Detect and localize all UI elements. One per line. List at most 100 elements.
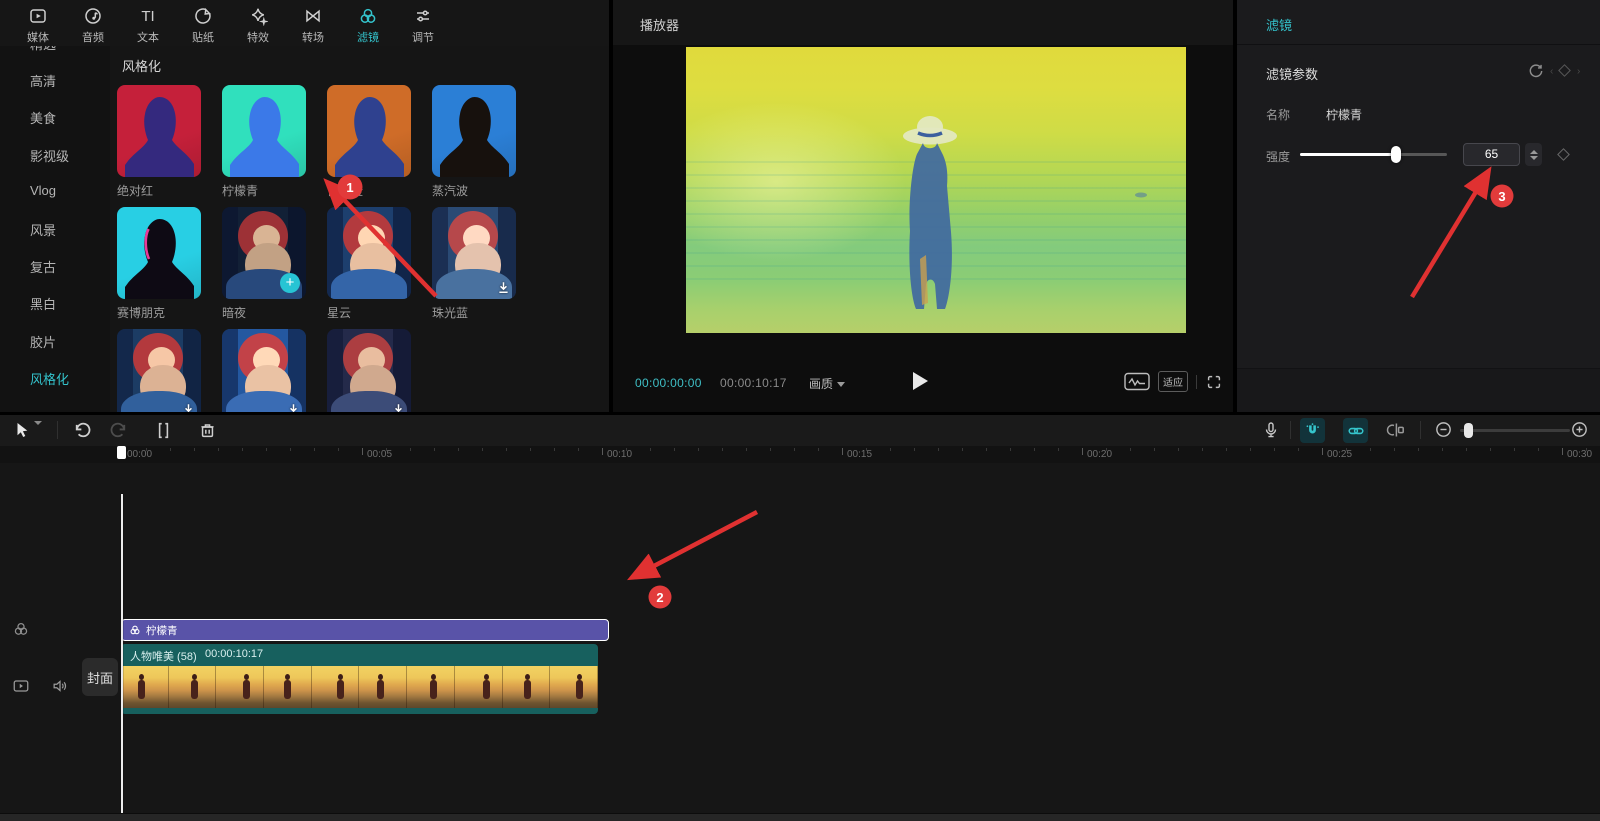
filter-card-星云[interactable]: 星云	[327, 207, 411, 321]
slider-thumb[interactable]	[1391, 146, 1401, 163]
toolbar-item-audio[interactable]: 音频	[69, 0, 117, 46]
timeline-zoom-slider[interactable]	[1460, 429, 1570, 432]
filter-card-赛博朋克[interactable]: 赛博朋克	[117, 207, 201, 321]
select-tool-icon[interactable]	[12, 420, 32, 440]
play-button[interactable]	[913, 372, 928, 390]
preview-axis-icon[interactable]	[1386, 420, 1406, 440]
snap-magnet-icon[interactable]	[1300, 418, 1325, 443]
tab-filter[interactable]: 滤镜	[1266, 15, 1292, 34]
stepper-up-icon[interactable]	[1530, 150, 1538, 154]
filter-card-row3-9[interactable]	[222, 329, 306, 412]
hide-track-icon[interactable]	[12, 677, 30, 695]
woman-silhouette	[686, 47, 1186, 333]
undo-icon[interactable]	[70, 420, 91, 441]
filter-card-row3-8[interactable]	[117, 329, 201, 412]
ruler-minor-tick	[1394, 448, 1395, 451]
ruler-minor-tick	[578, 448, 579, 451]
ruler-minor-tick	[170, 448, 171, 451]
toolbar-item-adjust[interactable]: 调节	[399, 0, 447, 46]
filter-card-row3-10[interactable]	[327, 329, 411, 412]
ruler-minor-tick	[314, 448, 315, 451]
sidebar-item-4[interactable]: 影视级	[30, 146, 69, 165]
split-icon[interactable]	[153, 420, 174, 441]
sidebar-item-9[interactable]: 胶片	[30, 332, 56, 351]
filter-card-蒸汽波[interactable]: 蒸汽波	[432, 85, 516, 199]
sidebar-item-5[interactable]: Vlog	[30, 183, 56, 198]
strength-input[interactable]: 65	[1463, 143, 1520, 166]
stepper-down-icon[interactable]	[1530, 156, 1538, 160]
record-voiceover-icon[interactable]	[1261, 420, 1281, 440]
divider	[1290, 421, 1291, 439]
filter-card-绝对红[interactable]: 绝对红	[117, 85, 201, 199]
ruler-minor-tick	[674, 448, 675, 451]
filter-card-label: 蒸汽波	[432, 182, 516, 199]
transition-icon	[303, 6, 323, 26]
fullscreen-icon[interactable]	[1205, 373, 1223, 391]
filter-category-sidebar: 精选高清美食影视级Vlog风景复古黑白胶片风格化	[0, 0, 110, 412]
prev-keyframe-icon[interactable]: ‹	[1550, 66, 1553, 77]
toolbar-item-effects[interactable]: 特效	[234, 0, 282, 46]
ruler-minor-tick	[434, 448, 435, 451]
mute-track-icon[interactable]	[51, 677, 69, 695]
ruler-minor-tick	[1226, 448, 1227, 451]
link-clips-icon[interactable]	[1343, 418, 1368, 443]
slider-fill	[1300, 153, 1396, 156]
cover-button[interactable]: 封面	[82, 658, 118, 696]
filter-card-柠檬青[interactable]: 柠檬青	[222, 85, 306, 199]
keyframe-icon[interactable]	[1558, 64, 1571, 77]
toolbar-item-transition[interactable]: 转场	[289, 0, 337, 46]
filmstrip-frame	[169, 666, 217, 708]
filter-card-日落橙[interactable]: 日落橙	[327, 85, 411, 199]
ruler-minor-tick	[698, 448, 699, 451]
ruler-minor-tick	[338, 448, 339, 451]
select-tool-caret-icon[interactable]	[34, 425, 42, 443]
playhead-line[interactable]	[121, 494, 123, 821]
filter-icon	[358, 6, 378, 26]
next-keyframe-icon[interactable]: ›	[1577, 66, 1580, 77]
ruler-tick	[842, 448, 843, 455]
sidebar-item-8[interactable]: 黑白	[30, 294, 56, 313]
sidebar-item-6[interactable]: 风景	[30, 220, 56, 239]
fit-button[interactable]: 适应	[1158, 371, 1188, 392]
toolbar-item-sticker[interactable]: 贴纸	[179, 0, 227, 46]
toolbar-item-media[interactable]: 媒体	[14, 0, 62, 46]
filmstrip-frame	[407, 666, 455, 708]
sidebar-item-2[interactable]: 高清	[30, 71, 56, 90]
strength-stepper[interactable]	[1525, 143, 1542, 166]
filmstrip	[121, 666, 598, 708]
sidebar-item-3[interactable]: 美食	[30, 108, 56, 127]
timeline-toolbar	[0, 415, 1600, 446]
chevron-down-icon	[837, 382, 845, 387]
video-clip[interactable]: 人物唯美 (58) 00:00:10:17	[121, 644, 598, 714]
ruler-tick	[1082, 448, 1083, 455]
ruler-minor-tick	[530, 448, 531, 451]
video-preview[interactable]	[686, 47, 1186, 333]
ruler-label-00:10: 00:10	[607, 449, 632, 460]
strength-keyframe-icon[interactable]	[1557, 148, 1570, 161]
toolbar-item-text[interactable]: TI 文本	[124, 0, 172, 46]
filter-card-暗夜[interactable]: +暗夜	[222, 207, 306, 321]
sidebar-item-7[interactable]: 复古	[30, 257, 56, 276]
mirror-preview-icon[interactable]	[1124, 372, 1150, 391]
playhead-handle[interactable]	[117, 446, 126, 459]
filter-clip[interactable]: 柠檬青	[121, 619, 609, 641]
zoom-in-icon[interactable]	[1570, 420, 1589, 439]
quality-dropdown[interactable]: 画质	[809, 375, 845, 392]
add-filter-icon[interactable]: +	[280, 273, 300, 293]
zoom-out-icon[interactable]	[1434, 420, 1453, 439]
strength-slider[interactable]	[1300, 153, 1447, 156]
reset-icon[interactable]	[1527, 62, 1545, 80]
timeline-scrollbar[interactable]	[0, 813, 1600, 821]
redo-icon[interactable]	[110, 420, 131, 441]
toolbar-item-filter[interactable]: 滤镜	[344, 0, 392, 46]
inspector-header: 滤镜	[1237, 0, 1600, 45]
timeline-zoom-thumb[interactable]	[1464, 423, 1473, 438]
ruler-minor-tick	[266, 448, 267, 451]
filmstrip-frame	[121, 666, 169, 708]
audio-icon	[83, 6, 103, 26]
filter-card-珠光蓝[interactable]: 珠光蓝	[432, 207, 516, 321]
timeline-ruler[interactable]: 00:0000:0500:1000:1500:2000:2500:30	[0, 446, 1600, 463]
ruler-minor-tick	[986, 448, 987, 451]
delete-icon[interactable]	[197, 420, 218, 441]
sidebar-item-10[interactable]: 风格化	[30, 369, 69, 388]
